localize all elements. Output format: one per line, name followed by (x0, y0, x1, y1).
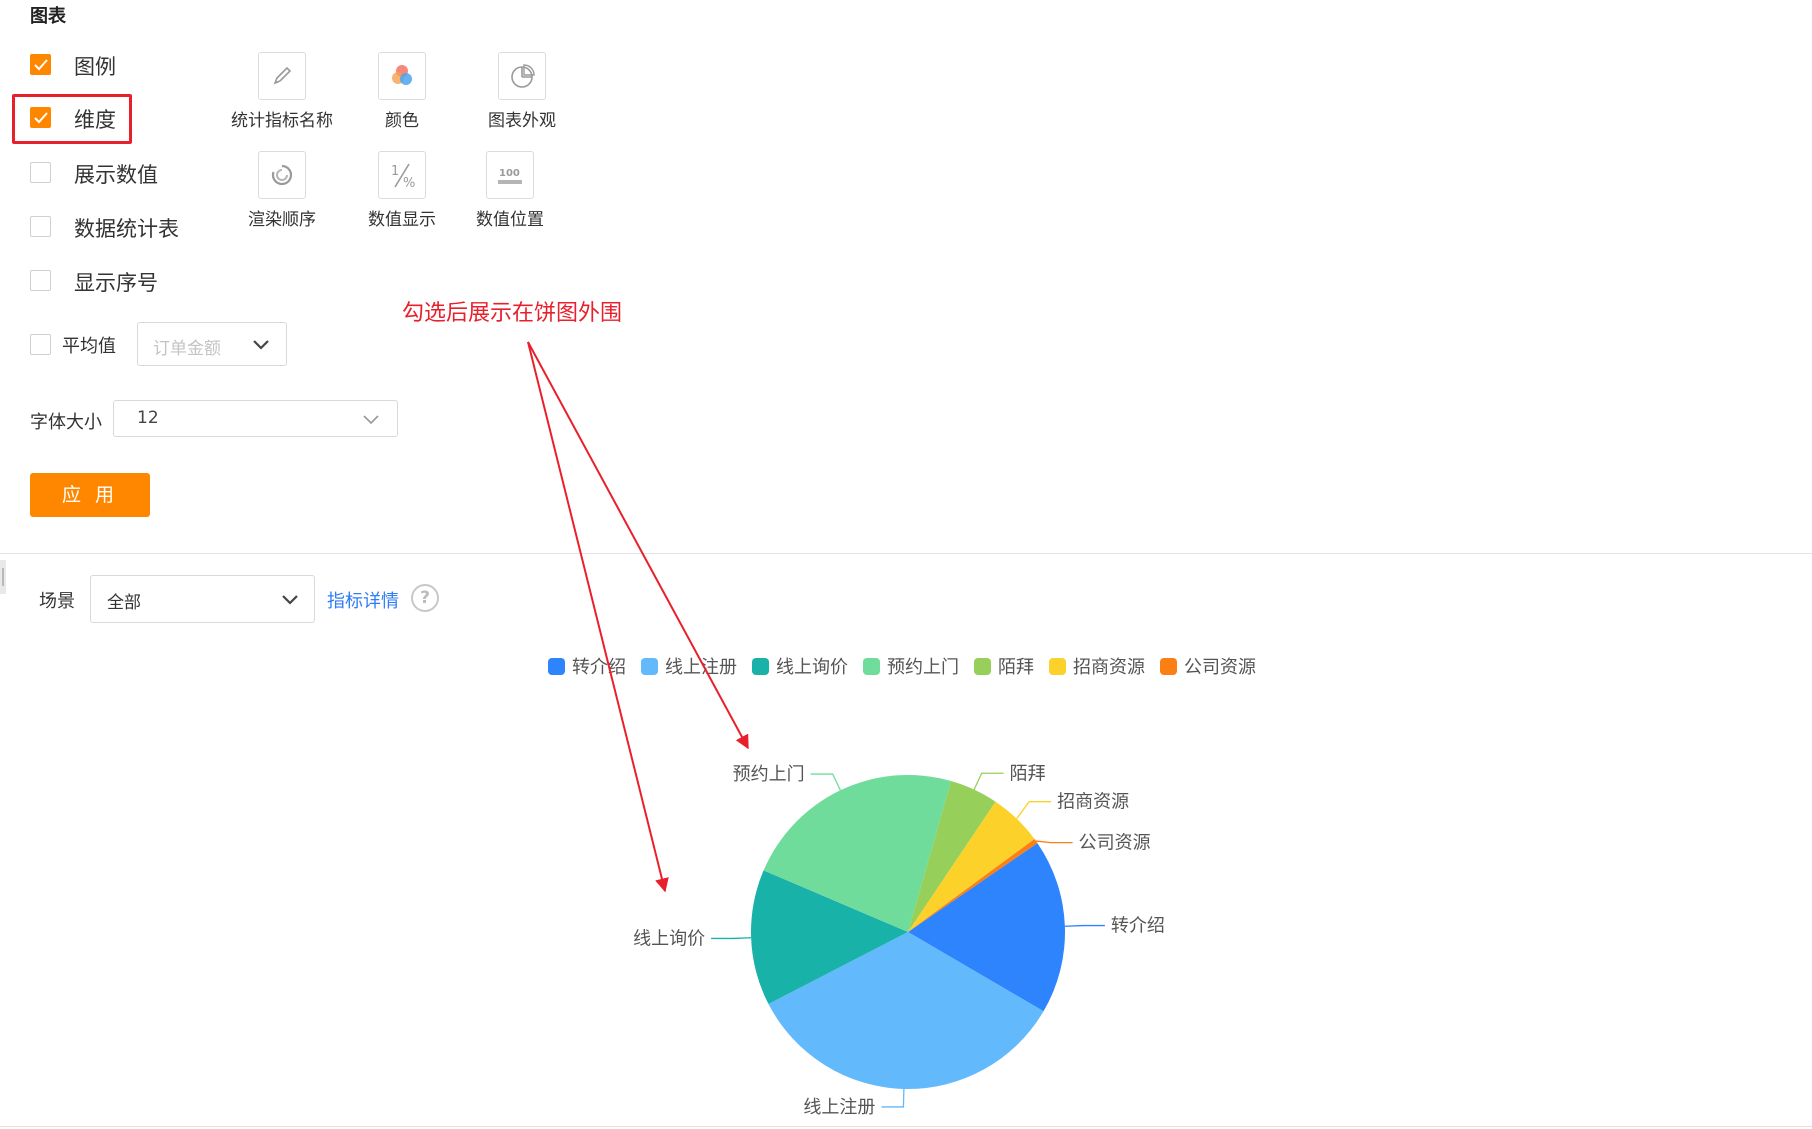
pie-label: 线上注册 (803, 1097, 875, 1118)
pie-label-line (1035, 840, 1073, 844)
pie-label: 陌拜 (1010, 763, 1046, 784)
pie-chart: 转介绍线上注册 线上询价 预约上门 陌拜招商资源公司资源 (633, 763, 1165, 1118)
bottom-border (0, 1126, 1812, 1127)
pie-label-line (881, 1088, 905, 1108)
pie-label: 转介绍 (1111, 916, 1165, 937)
pie-label-line (1064, 924, 1105, 927)
pie-label: 线上询价 (633, 928, 705, 949)
pie-label-line (1016, 801, 1052, 820)
pie-label-line (973, 772, 1004, 790)
pie-label-line (810, 773, 841, 791)
pie-label: 公司资源 (1079, 833, 1151, 854)
annotation-text: 勾选后展示在饼图外围 (402, 301, 623, 326)
pie-label: 招商资源 (1057, 792, 1129, 813)
pie-label-line (711, 937, 752, 940)
pie-label: 预约上门 (733, 764, 805, 785)
